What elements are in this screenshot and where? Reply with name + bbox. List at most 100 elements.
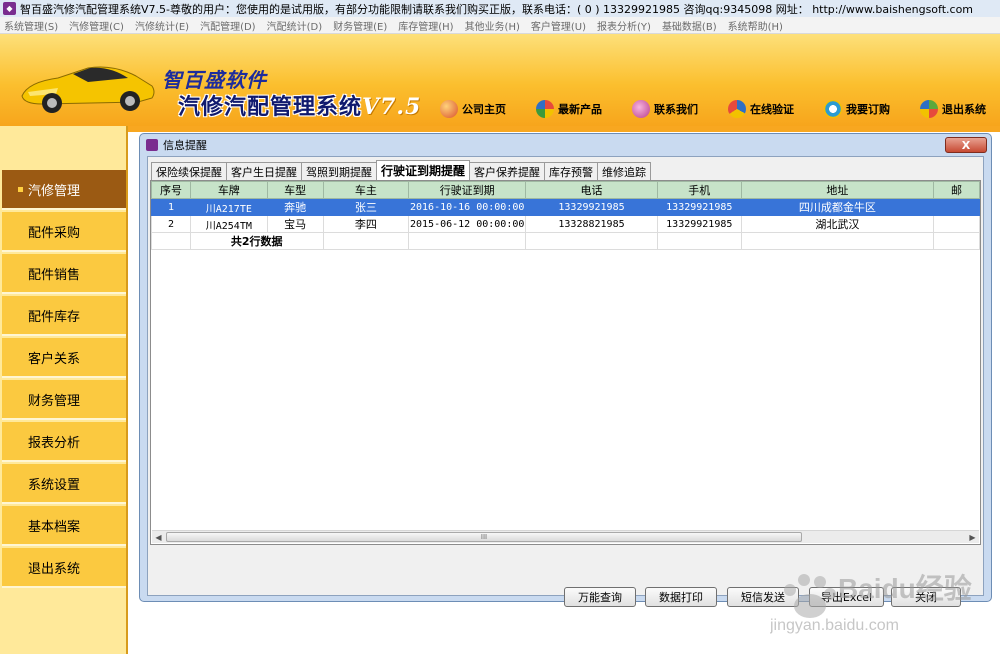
column-header[interactable]: 邮 bbox=[933, 181, 980, 199]
sms-send-button[interactable]: 短信发送 bbox=[727, 587, 799, 607]
nav-home-label: 公司主页 bbox=[462, 103, 506, 116]
tab-bar: 保险续保提醒 客户生日提醒 驾照到期提醒 行驶证到期提醒 客户保养提醒 库存预警… bbox=[151, 160, 652, 180]
dialog-close-button[interactable]: X bbox=[945, 137, 987, 153]
menu-finance[interactable]: 财务管理(E) bbox=[333, 18, 387, 33]
sidebar-item-purchase[interactable]: 配件采购 bbox=[2, 212, 126, 252]
nav-exit-label: 退出系统 bbox=[942, 103, 986, 116]
reminder-table: 序号 车牌 车型 车主 行驶证到期 电话 手机 地址 邮 1 川A217TE 奔… bbox=[151, 181, 980, 250]
verify-icon bbox=[728, 100, 746, 118]
close-button[interactable]: 关闭 bbox=[891, 587, 961, 607]
summary-row: 共2行数据 bbox=[151, 232, 980, 250]
menu-repair[interactable]: 汽修管理(C) bbox=[69, 18, 124, 33]
product-title: 汽修汽配管理系统V7.5 bbox=[178, 89, 421, 121]
main-top-strip bbox=[128, 126, 1000, 132]
dialog-title: 信息提醒 bbox=[163, 139, 207, 152]
header-banner: 智百盛软件 汽修汽配管理系统V7.5 公司主页 最新产品 联系我们 在线验证 我… bbox=[0, 34, 1000, 126]
cell-model: 宝马 bbox=[266, 215, 324, 233]
sidebar-item-settings[interactable]: 系统设置 bbox=[2, 464, 126, 504]
horizontal-scrollbar[interactable]: ◀ III ▶ bbox=[152, 530, 979, 543]
cell-zip bbox=[933, 198, 980, 216]
table-row[interactable]: 1 川A217TE 奔驰 张三 2016-10-16 00:00:00 1332… bbox=[151, 198, 980, 216]
column-header[interactable]: 车主 bbox=[322, 181, 410, 199]
menu-help[interactable]: 系统帮助(H) bbox=[728, 18, 783, 33]
cell-expiry: 2015-06-12 00:00:00 bbox=[408, 215, 527, 233]
scroll-left-icon[interactable]: ◀ bbox=[152, 531, 165, 543]
nav-order-label: 我要订购 bbox=[846, 103, 890, 116]
nav-home[interactable]: 公司主页 bbox=[440, 100, 506, 118]
nav-order[interactable]: 我要订购 bbox=[824, 100, 890, 118]
table-row[interactable]: 2 川A254TM 宝马 李四 2015-06-12 00:00:00 1332… bbox=[151, 215, 980, 233]
cell-index: 2 bbox=[151, 215, 191, 233]
menu-other[interactable]: 其他业务(H) bbox=[465, 18, 520, 33]
cell-address: 四川成都金牛区 bbox=[740, 198, 935, 216]
sidebar-item-exit[interactable]: 退出系统 bbox=[2, 548, 126, 588]
window-title: 智百盛汽修汽配管理系统V7.5-尊敬的用户：您使用的是试用版，有部分功能限制请联… bbox=[20, 2, 974, 16]
column-header[interactable]: 车牌 bbox=[189, 181, 268, 199]
sidebar-item-stock[interactable]: 配件库存 bbox=[2, 296, 126, 336]
nav-contact-label: 联系我们 bbox=[654, 103, 698, 116]
nav-products[interactable]: 最新产品 bbox=[536, 100, 602, 118]
scroll-thumb[interactable]: III bbox=[166, 532, 802, 542]
dialog-body: 保险续保提醒 客户生日提醒 驾照到期提醒 行驶证到期提醒 客户保养提醒 库存预警… bbox=[147, 156, 984, 607]
cell-address: 湖北武汉 bbox=[740, 215, 935, 233]
menu-parts[interactable]: 汽配管理(D) bbox=[200, 18, 256, 33]
contact-icon bbox=[632, 100, 650, 118]
data-grid: 序号 车牌 车型 车主 行驶证到期 电话 手机 地址 邮 1 川A217TE 奔… bbox=[150, 180, 981, 545]
nav-products-label: 最新产品 bbox=[558, 103, 602, 116]
sidebar-item-sales[interactable]: 配件销售 bbox=[2, 254, 126, 294]
tab-birthday[interactable]: 客户生日提醒 bbox=[226, 162, 302, 180]
nav-verify-label: 在线验证 bbox=[750, 103, 794, 116]
product-version: V7.5 bbox=[362, 94, 422, 120]
cell-phone: 13328821985 bbox=[525, 215, 658, 233]
dialog-title-bar: 信息提醒 bbox=[146, 137, 207, 153]
print-button[interactable]: 数据打印 bbox=[645, 587, 717, 607]
cell-index: 1 bbox=[151, 198, 191, 216]
tab-maintenance[interactable]: 客户保养提醒 bbox=[469, 162, 546, 180]
product-icon bbox=[536, 100, 554, 118]
nav-verify[interactable]: 在线验证 bbox=[728, 100, 794, 118]
column-header[interactable]: 序号 bbox=[151, 181, 191, 199]
menu-basic-data[interactable]: 基础数据(B) bbox=[662, 18, 717, 33]
cell-expiry: 2016-10-16 00:00:00 bbox=[408, 198, 527, 216]
sidebar-item-crm[interactable]: 客户关系 bbox=[2, 338, 126, 378]
menu-repair-stats[interactable]: 汽修统计(E) bbox=[135, 18, 189, 33]
sidebar: 汽修管理 配件采购 配件销售 配件库存 客户关系 财务管理 报表分析 系统设置 … bbox=[0, 126, 128, 654]
table-header-row: 序号 车牌 车型 车主 行驶证到期 电话 手机 地址 邮 bbox=[151, 181, 980, 199]
sidebar-item-repair[interactable]: 汽修管理 bbox=[2, 170, 126, 210]
export-excel-button[interactable]: 导出Excel bbox=[809, 587, 884, 607]
scroll-right-icon[interactable]: ▶ bbox=[966, 531, 979, 543]
row-count-summary: 共2行数据 bbox=[189, 232, 324, 250]
sidebar-item-archive[interactable]: 基本档案 bbox=[2, 506, 126, 546]
tab-repair-tracking[interactable]: 维修追踪 bbox=[597, 162, 652, 180]
cell-plate: 川A217TE bbox=[189, 198, 268, 216]
home-icon bbox=[440, 100, 458, 118]
cell-owner: 张三 bbox=[322, 198, 410, 216]
dialog-app-icon bbox=[146, 139, 158, 151]
nav-contact[interactable]: 联系我们 bbox=[632, 100, 698, 118]
menu-parts-stats[interactable]: 汽配统计(D) bbox=[267, 18, 323, 33]
column-header[interactable]: 电话 bbox=[525, 181, 658, 199]
exit-icon bbox=[920, 100, 938, 118]
sidebar-item-finance[interactable]: 财务管理 bbox=[2, 380, 126, 420]
cell-phone: 13329921985 bbox=[525, 198, 658, 216]
tab-license[interactable]: 驾照到期提醒 bbox=[301, 162, 377, 180]
product-name: 汽修汽配管理系统 bbox=[178, 95, 363, 120]
menu-customer[interactable]: 客户管理(U) bbox=[531, 18, 586, 33]
menu-system[interactable]: 系统管理(S) bbox=[4, 18, 58, 33]
window-title-bar: ◆ 智百盛汽修汽配管理系统V7.5-尊敬的用户：您使用的是试用版，有部分功能限制… bbox=[0, 0, 1000, 17]
universal-query-button[interactable]: 万能查询 bbox=[564, 587, 636, 607]
column-header[interactable]: 手机 bbox=[656, 181, 742, 199]
sidebar-item-reports[interactable]: 报表分析 bbox=[2, 422, 126, 462]
app-icon: ◆ bbox=[3, 2, 16, 15]
column-header[interactable]: 地址 bbox=[740, 181, 935, 199]
cell-plate: 川A254TM bbox=[189, 215, 268, 233]
menu-inventory[interactable]: 库存管理(H) bbox=[398, 18, 453, 33]
menu-reports[interactable]: 报表分析(Y) bbox=[597, 18, 651, 33]
tab-insurance[interactable]: 保险续保提醒 bbox=[151, 162, 227, 180]
order-icon bbox=[824, 100, 842, 118]
column-header[interactable]: 车型 bbox=[266, 181, 324, 199]
nav-exit[interactable]: 退出系统 bbox=[920, 100, 986, 118]
column-header[interactable]: 行驶证到期 bbox=[408, 181, 527, 199]
tab-stock-alert[interactable]: 库存预警 bbox=[544, 162, 599, 180]
tab-registration[interactable]: 行驶证到期提醒 bbox=[376, 160, 471, 180]
